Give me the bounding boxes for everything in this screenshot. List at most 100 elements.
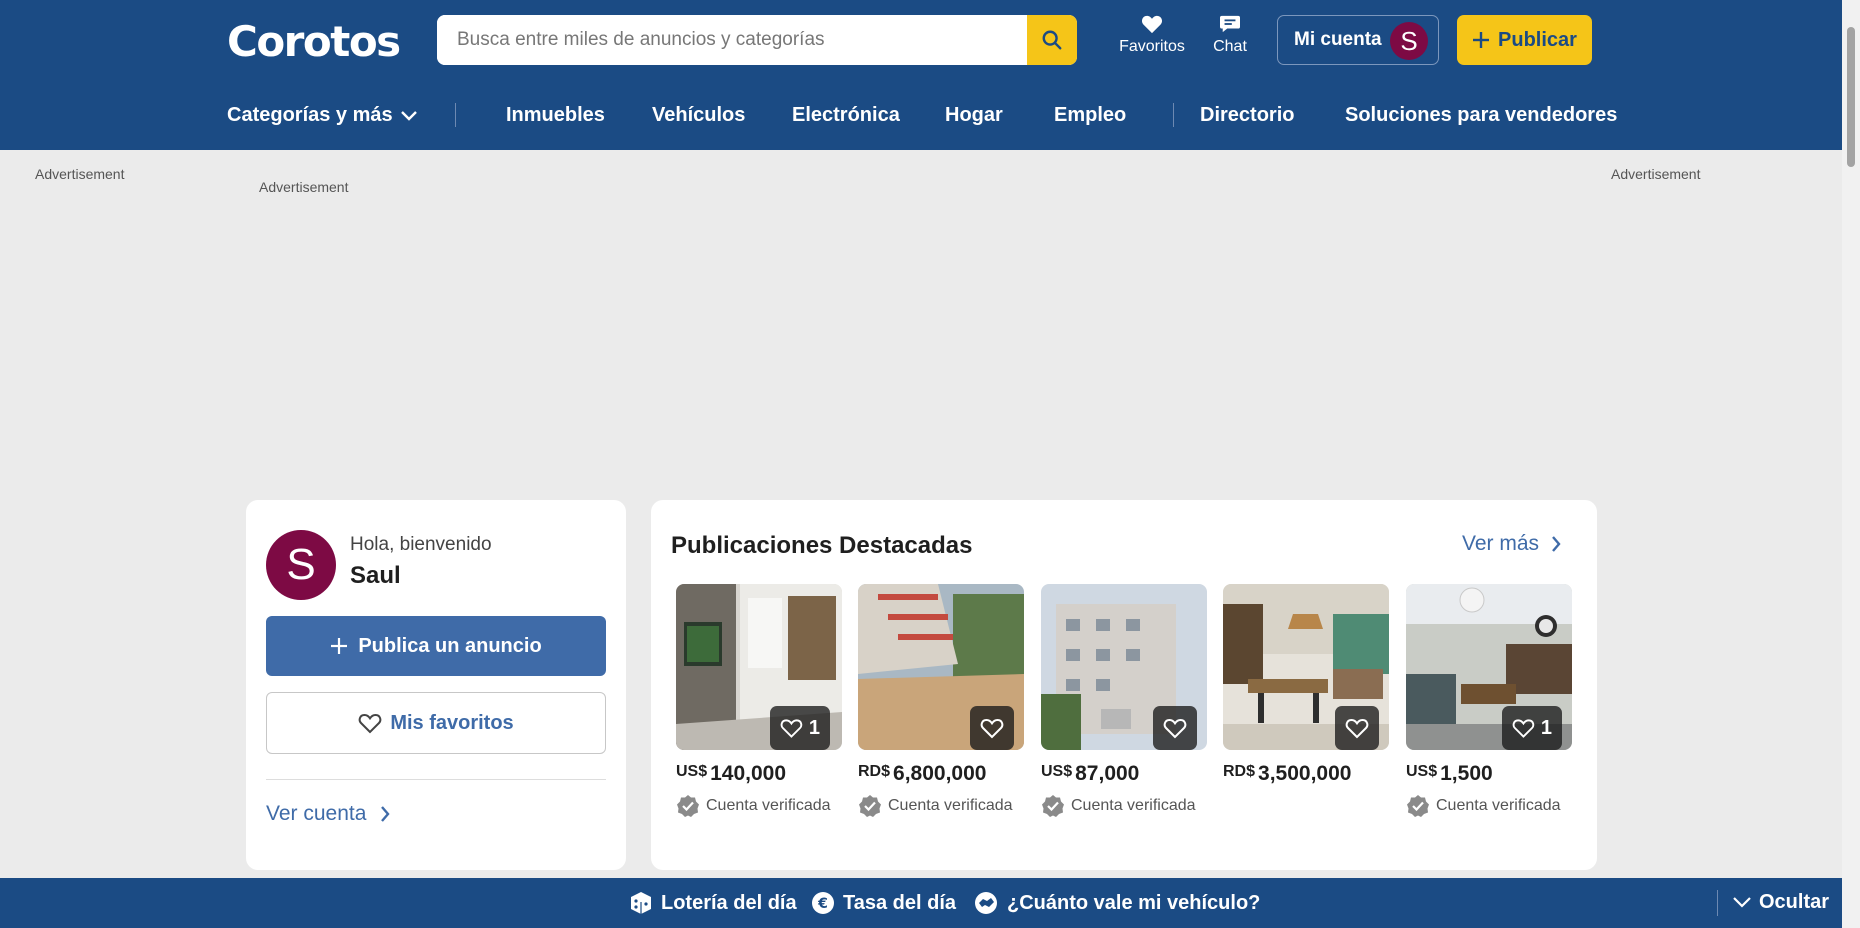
listing-price: US$ 140,000 xyxy=(676,762,842,786)
favorite-button[interactable] xyxy=(970,706,1014,750)
ad-label-right: Advertisement xyxy=(1611,166,1701,182)
favorite-button[interactable] xyxy=(1335,706,1379,750)
price-currency: US$ xyxy=(1406,763,1438,780)
scrollbar-thumb[interactable] xyxy=(1847,27,1855,167)
listing-card[interactable]: 1 US$ 1,500 Cuenta verificada xyxy=(1406,584,1572,818)
listing-price: RD$ 6,800,000 xyxy=(858,762,1024,786)
search-bar xyxy=(437,15,1077,65)
nav-item-vehiculos[interactable]: Vehículos xyxy=(652,104,745,127)
publish-button[interactable]: Publicar xyxy=(1457,15,1592,65)
page-scrollbar[interactable] xyxy=(1842,0,1860,928)
search-input[interactable] xyxy=(437,15,1027,65)
account-label: Mi cuenta xyxy=(1294,29,1382,50)
heart-outline-icon xyxy=(980,718,1004,739)
listing-photo[interactable]: 1 xyxy=(676,584,842,750)
publish-ad-button[interactable]: Publica un anuncio xyxy=(266,616,606,676)
price-amount: 6,800,000 xyxy=(893,762,987,785)
favorite-button[interactable] xyxy=(1153,706,1197,750)
price-currency: RD$ xyxy=(1223,763,1256,780)
publish-label: Publicar xyxy=(1498,28,1577,51)
verified-badge: Cuenta verificada xyxy=(676,794,842,818)
heart-outline-icon xyxy=(1345,718,1369,739)
listing-card[interactable]: RD$ 3,500,000 xyxy=(1223,584,1389,786)
see-more-label: Ver más xyxy=(1461,532,1539,555)
price-currency: US$ xyxy=(676,763,708,780)
verified-badge: Cuenta verificada xyxy=(858,794,1024,818)
price-amount: 87,000 xyxy=(1075,762,1140,785)
see-more-link[interactable]: Ver más xyxy=(1462,532,1561,556)
account-button[interactable]: Mi cuenta S xyxy=(1277,15,1439,65)
lottery-label: Lotería del día xyxy=(661,891,797,914)
featured-listings: Publicaciones Destacadas Ver más 1 US$ 14… xyxy=(651,500,1597,870)
price-currency: US$ xyxy=(1041,763,1073,780)
quick-links-bar: Lotería del día € Tasa del día ¿Cuánto v… xyxy=(0,878,1842,928)
avatar: S xyxy=(1390,22,1428,60)
nav-item-hogar[interactable]: Hogar xyxy=(945,104,1003,127)
chat-icon xyxy=(1220,15,1240,33)
favorite-button[interactable]: 1 xyxy=(1502,706,1562,750)
favorites-link[interactable]: Favoritos xyxy=(1112,14,1192,56)
favorite-button[interactable]: 1 xyxy=(770,706,830,750)
nav-item-directorio[interactable]: Directorio xyxy=(1200,104,1294,127)
nav-item-empleo[interactable]: Empleo xyxy=(1054,104,1126,127)
verified-check-icon xyxy=(859,795,881,817)
verified-badge: Cuenta verificada xyxy=(1406,794,1572,818)
verified-badge: Cuenta verificada xyxy=(1041,794,1207,818)
lottery-link[interactable]: Lotería del día xyxy=(629,891,797,915)
ad-label-left: Advertisement xyxy=(35,166,125,182)
chevron-down-icon xyxy=(1733,897,1751,908)
chevron-down-icon xyxy=(400,110,417,121)
price-amount: 140,000 xyxy=(710,762,787,785)
verified-label: Cuenta verificada xyxy=(706,797,831,814)
hide-bar-button[interactable]: Ocultar xyxy=(1733,891,1829,914)
vehicle-value-label: ¿Cuánto vale mi vehículo? xyxy=(1007,891,1261,914)
plus-icon xyxy=(1473,32,1490,48)
corotos-logo[interactable]: Corotos xyxy=(227,17,401,66)
bar-divider xyxy=(1717,890,1718,916)
greeting-text: Hola, bienvenido xyxy=(350,534,492,555)
price-currency: RD$ xyxy=(858,763,891,780)
categories-label: Categorías y más xyxy=(227,104,393,126)
favorite-count: 1 xyxy=(1540,716,1552,739)
search-button[interactable] xyxy=(1027,15,1077,65)
view-account-link[interactable]: Ver cuenta xyxy=(266,802,390,826)
listing-price: US$ 87,000 xyxy=(1041,762,1207,786)
nav-item-soluciones[interactable]: Soluciones para vendedores xyxy=(1345,104,1617,127)
card-divider xyxy=(266,779,606,780)
nav-item-inmuebles[interactable]: Inmuebles xyxy=(506,104,605,127)
exchange-rate-label: Tasa del día xyxy=(843,891,957,914)
exchange-rate-link[interactable]: € Tasa del día xyxy=(811,891,956,915)
euro-coin-icon: € xyxy=(812,892,834,914)
heart-icon xyxy=(1141,15,1163,34)
verified-check-icon xyxy=(1042,795,1064,817)
listing-price: RD$ 3,500,000 xyxy=(1223,762,1389,786)
welcome-card: S Hola, bienvenido Saul Publica un anunc… xyxy=(246,500,626,870)
heart-outline-icon xyxy=(780,719,803,738)
svg-text:€: € xyxy=(817,896,828,912)
verified-check-icon xyxy=(1407,795,1429,817)
verified-label: Cuenta verificada xyxy=(1436,797,1561,814)
user-avatar: S xyxy=(266,530,336,600)
listing-photo[interactable] xyxy=(1223,584,1389,750)
categories-dropdown[interactable]: Categorías y más xyxy=(227,104,417,127)
listing-photo[interactable]: 1 xyxy=(1406,584,1572,750)
user-name: Saul xyxy=(350,562,401,589)
nav-divider xyxy=(1173,103,1174,127)
listing-photo[interactable] xyxy=(858,584,1024,750)
listing-card[interactable]: US$ 87,000 Cuenta verificada xyxy=(1041,584,1207,818)
vehicle-value-link[interactable]: ¿Cuánto vale mi vehículo? xyxy=(973,891,1260,915)
listing-price: US$ 1,500 xyxy=(1406,762,1572,786)
verified-label: Cuenta verificada xyxy=(888,797,1013,814)
favorite-count: 1 xyxy=(808,716,820,739)
chevron-right-icon xyxy=(1552,536,1561,552)
chat-link[interactable]: Chat xyxy=(1206,14,1254,56)
nav-item-electronica[interactable]: Electrónica xyxy=(792,104,900,127)
favorites-label: Favoritos xyxy=(1119,38,1185,55)
my-favorites-button[interactable]: Mis favoritos xyxy=(266,692,606,754)
heart-outline-icon xyxy=(359,713,382,734)
listing-photo[interactable] xyxy=(1041,584,1207,750)
dice-icon xyxy=(631,892,651,914)
heart-outline-icon xyxy=(1163,718,1187,739)
listing-card[interactable]: 1 US$ 140,000 Cuenta verificada xyxy=(676,584,842,818)
listing-card[interactable]: RD$ 6,800,000 Cuenta verificada xyxy=(858,584,1024,818)
